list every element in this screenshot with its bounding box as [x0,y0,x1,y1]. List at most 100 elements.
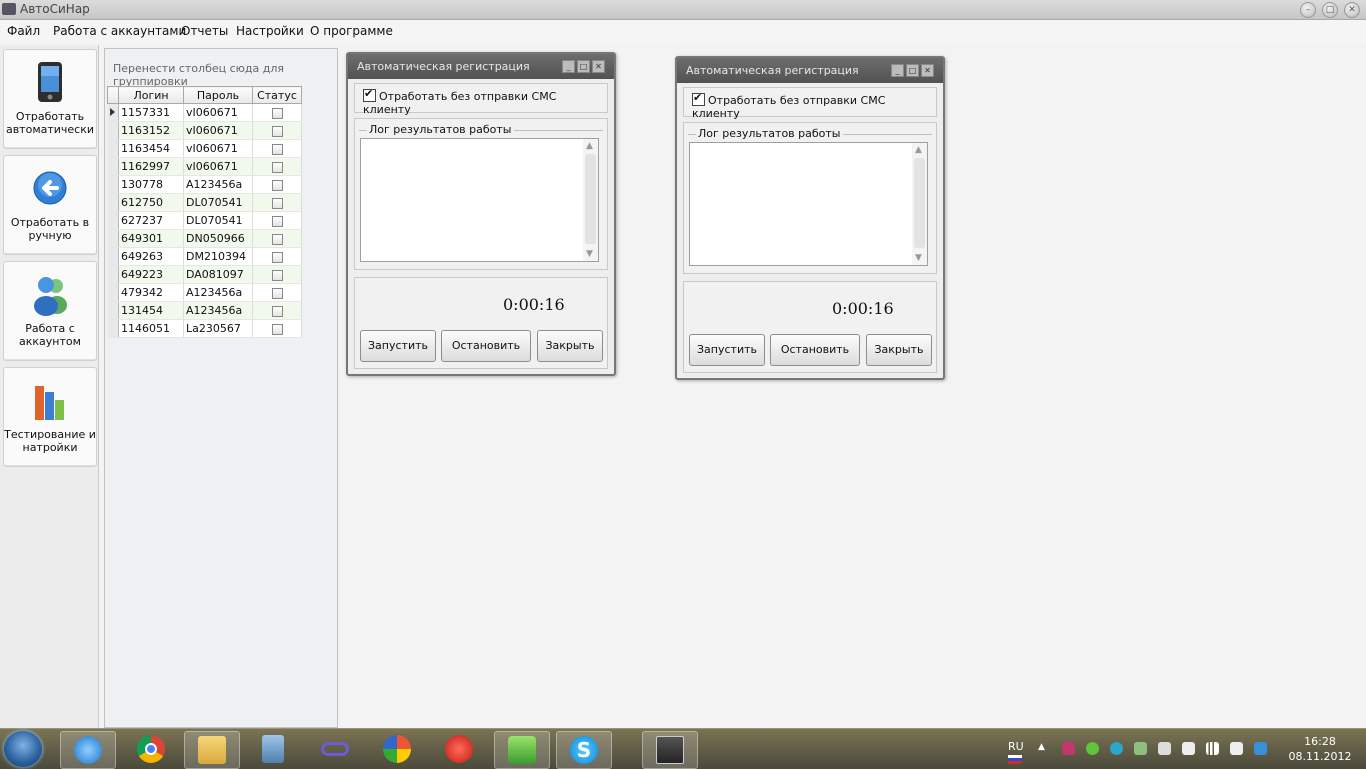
log-scrollbar[interactable]: ▲ ▼ [912,143,927,265]
table-row[interactable]: 131454 A123456a [107,301,302,320]
cell-status[interactable] [252,211,302,230]
scroll-thumb[interactable] [585,154,596,244]
cell-password[interactable]: vI060671 [183,103,253,122]
cell-login[interactable]: 1162997 [118,157,184,176]
table-row[interactable]: 649301 DN050966 [107,229,302,248]
status-checkbox[interactable] [271,107,283,119]
table-row[interactable]: 479342 A123456a [107,283,302,302]
cell-login[interactable]: 649263 [118,247,184,266]
cell-password[interactable]: A123456a [183,175,253,194]
checkbox-checked-icon[interactable] [363,87,376,102]
taskbar-skype[interactable]: S [556,731,612,769]
table-row[interactable]: 1162997 vI060671 [107,157,302,176]
cell-login[interactable]: 131454 [118,301,184,320]
table-row[interactable]: 612750 DL070541 [107,193,302,212]
cell-status[interactable] [252,103,302,122]
cell-status[interactable] [252,175,302,194]
status-checkbox[interactable] [271,125,283,137]
row-selector[interactable] [107,265,119,284]
dialog-title-bar[interactable]: Автоматическая регистрация _ □ ✕ [348,54,614,79]
cell-password[interactable]: DA081097 [183,265,253,284]
cell-password[interactable]: La230567 [183,319,253,338]
row-selector[interactable] [107,229,119,248]
row-selector[interactable] [107,301,119,320]
menu-reports[interactable]: Отчеты [181,24,228,38]
status-checkbox[interactable] [271,269,283,281]
no-sms-checkbox[interactable]: Отработать без отправки СМС клиенту [692,91,936,120]
cell-login[interactable]: 627237 [118,211,184,230]
cell-status[interactable] [252,229,302,248]
show-hidden-icons[interactable]: ▲ [1038,742,1051,755]
row-selector[interactable] [107,319,119,338]
no-sms-checkbox[interactable]: Отработать без отправки СМС клиенту [363,87,607,116]
scroll-down-icon[interactable]: ▼ [586,249,593,259]
dialog-minimize-icon[interactable]: _ [562,60,575,73]
tray-blue-icon[interactable] [1110,742,1123,755]
cell-password[interactable]: DN050966 [183,229,253,248]
dialog-maximize-icon[interactable]: □ [577,60,590,73]
cell-login[interactable]: 612750 [118,193,184,212]
dialog-maximize-icon[interactable]: □ [906,64,919,77]
menu-file[interactable]: Файл [7,24,40,38]
table-row[interactable]: 130778 A123456a [107,175,302,194]
language-indicator[interactable]: RU [1008,740,1024,753]
start-button[interactable]: Запустить [360,330,436,362]
column-header-password[interactable]: Пароль [183,86,253,104]
account-work-button[interactable]: Работа с аккаунтом [3,261,97,361]
table-row[interactable]: 627237 DL070541 [107,211,302,230]
dialog-minimize-icon[interactable]: _ [891,64,904,77]
status-checkbox[interactable] [271,233,283,245]
menu-about[interactable]: О программе [310,24,393,38]
taskbar-red-app[interactable] [432,731,486,767]
cell-password[interactable]: vI060671 [183,139,253,158]
start-button[interactable] [4,731,42,767]
dialog-close-icon[interactable]: ✕ [592,60,605,73]
tray-green-icon[interactable] [1086,742,1099,755]
cell-login[interactable]: 1163152 [118,121,184,140]
table-row[interactable]: 1146051 La230567 [107,319,302,338]
table-row[interactable]: 1163152 vI060671 [107,121,302,140]
cell-password[interactable]: DL070541 [183,211,253,230]
dialog-close-icon[interactable]: ✕ [921,64,934,77]
maximize-icon[interactable]: □ [1322,2,1338,18]
cell-login[interactable]: 649223 [118,265,184,284]
scroll-down-icon[interactable]: ▼ [915,253,922,263]
group-by-hint[interactable]: Перенести столбец сюда для группировки [113,62,337,88]
taskbar-remote-desktop[interactable] [642,731,698,769]
status-checkbox[interactable] [271,215,283,227]
cell-status[interactable] [252,319,302,338]
tray-usb-icon[interactable] [1134,742,1147,755]
cell-status[interactable] [252,157,302,176]
cell-password[interactable]: DL070541 [183,193,253,212]
row-selector[interactable] [107,247,119,266]
checkbox-checked-icon[interactable] [692,91,705,106]
cell-status[interactable] [252,193,302,212]
row-selector[interactable] [107,139,119,158]
status-checkbox[interactable] [271,143,283,155]
status-checkbox[interactable] [271,305,283,317]
manual-process-button[interactable]: Отработать в ручную [3,155,97,255]
cell-password[interactable]: DM210394 [183,247,253,266]
row-selector[interactable] [107,193,119,212]
cell-login[interactable]: 1146051 [118,319,184,338]
cell-status[interactable] [252,301,302,320]
network-signal-icon[interactable] [1206,742,1219,755]
stop-button[interactable]: Остановить [441,330,531,362]
close-button[interactable]: Закрыть [537,330,603,362]
status-checkbox[interactable] [271,197,283,209]
status-checkbox[interactable] [271,287,283,299]
system-clock[interactable]: 16:28 08.11.2012 [1288,734,1352,764]
row-selector[interactable] [107,157,119,176]
taskbar-calculator[interactable] [246,731,300,767]
log-textarea[interactable]: ▲ ▼ [360,138,599,262]
cell-status[interactable] [252,265,302,284]
dropbox-icon[interactable] [1254,742,1267,755]
row-selector[interactable] [107,175,119,194]
column-header-login[interactable]: Логин [118,86,184,104]
taskbar-colorful-app[interactable] [370,731,424,767]
table-row[interactable]: 1157331 vI060671 [107,103,302,122]
cell-login[interactable]: 1157331 [118,103,184,122]
column-header-status[interactable]: Статус [252,86,302,104]
cell-login[interactable]: 130778 [118,175,184,194]
auto-process-button[interactable]: Отработать автоматически [3,49,97,149]
